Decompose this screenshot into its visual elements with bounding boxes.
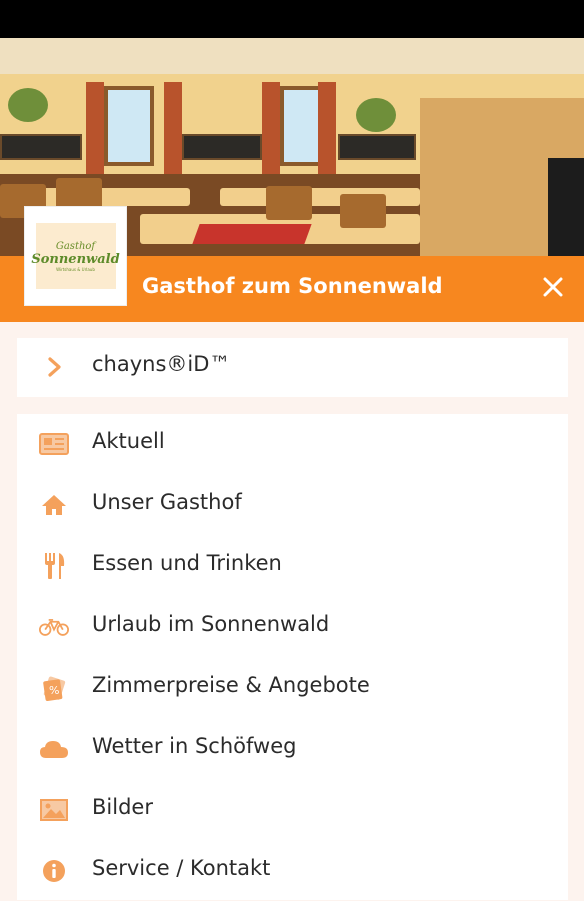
info-icon (39, 857, 69, 885)
menu-item-wetter[interactable]: Wetter in Schöfweg (17, 719, 568, 779)
bicycle-icon (39, 613, 69, 641)
page-title: Gasthof zum Sonnenwald (142, 274, 443, 298)
cloud-icon (39, 735, 69, 763)
menu-item-label: Essen und Trinken (92, 551, 282, 575)
logo-text-line3: Wirtshaus & Urlaub (56, 266, 95, 272)
menu-item-bilder[interactable]: Bilder (17, 780, 568, 840)
cutlery-icon (39, 552, 69, 580)
chayns-id-label: chayns®iD™ (92, 352, 231, 376)
tag-icon: % (39, 674, 69, 702)
restaurant-logo: Gasthof Sonnenwald Wirtshaus & Urlaub (24, 206, 127, 306)
menu-item-urlaub-im-sonnenwald[interactable]: Urlaub im Sonnenwald (17, 597, 568, 657)
menu-item-essen-und-trinken[interactable]: Essen und Trinken (17, 536, 568, 596)
menu-item-label: Urlaub im Sonnenwald (92, 612, 330, 636)
logo-text-line2: Sonnenwald (31, 251, 120, 267)
menu-item-label: Bilder (92, 795, 153, 819)
menu-item-label: Wetter in Schöfweg (92, 734, 297, 758)
chayns-id-item[interactable]: chayns®iD™ (17, 338, 568, 397)
svg-text:%: % (49, 684, 59, 697)
menu-item-label: Unser Gasthof (92, 490, 242, 514)
close-icon (543, 277, 563, 297)
menu-item-unser-gasthof[interactable]: Unser Gasthof (17, 475, 568, 535)
logo-text-line1: Gasthof (55, 240, 96, 252)
menu-item-label: Service / Kontakt (92, 856, 271, 880)
home-icon (39, 491, 69, 519)
navigation-menu: Aktuell Unser Gasthof Essen und Trinken (17, 414, 568, 900)
close-button[interactable] (538, 272, 568, 302)
status-bar (0, 0, 584, 38)
newspaper-icon (39, 430, 69, 458)
menu-item-aktuell[interactable]: Aktuell (17, 414, 568, 474)
menu-item-zimmerpreise-angebote[interactable]: % Zimmerpreise & Angebote (17, 658, 568, 718)
menu-item-label: Zimmerpreise & Angebote (92, 673, 370, 697)
menu-item-service-kontakt[interactable]: Service / Kontakt (17, 841, 568, 901)
image-icon (39, 796, 69, 824)
chevron-right-icon (48, 357, 61, 377)
menu-item-label: Aktuell (92, 429, 165, 453)
